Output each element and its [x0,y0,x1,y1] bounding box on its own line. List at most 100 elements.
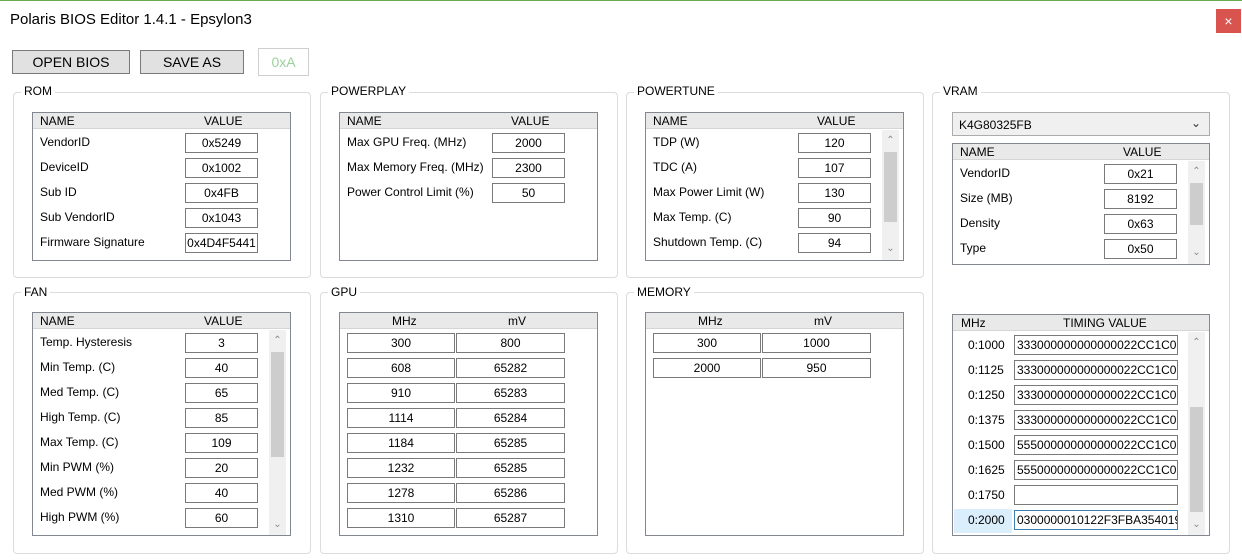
chevron-up-icon[interactable]: ⌃ [1188,334,1205,351]
fan-row-label: Temp. Hysteresis [40,335,133,349]
fan-value-field[interactable]: 60 [185,508,258,528]
timing-value-field-selected[interactable]: 0300000010122F3FBA354019 [1014,510,1178,530]
timing-scrollbar[interactable]: ⌃ ⌄ [1188,332,1205,535]
chevron-down-icon: ⌄ [1190,116,1201,130]
gpu-mv-field[interactable]: 800 [456,333,565,353]
chevron-down-icon[interactable]: ⌄ [1188,516,1205,533]
hex-toggle-button[interactable]: 0xA [258,48,309,76]
gpu-mv-field[interactable]: 65286 [456,483,565,503]
chevron-up-icon[interactable]: ⌃ [1188,163,1205,180]
rom-row-label: Sub VendorID [40,210,115,224]
rom-value-field[interactable]: 0x4FB [185,183,258,203]
powerplay-group-title: POWERPLAY [328,84,410,98]
fan-value-field[interactable]: 40 [185,483,258,503]
chevron-down-icon[interactable]: ⌄ [1188,244,1205,261]
gpu-mhz-field[interactable]: 910 [347,383,455,403]
timing-value-field[interactable]: 333000000000000022CC1C00 [1014,360,1178,380]
powertune-value-field[interactable]: 107 [798,158,871,178]
vram-model-dropdown[interactable]: K4G80325FB ⌄ [952,112,1210,136]
fan-value-field[interactable]: 3 [185,333,258,353]
memory-mhz-field[interactable]: 2000 [653,358,761,378]
fan-row-label: Med PWM (%) [40,485,118,499]
chevron-up-icon[interactable]: ⌃ [269,332,286,349]
gpu-mhz-field[interactable]: 1114 [347,408,455,428]
powertune-group-title: POWERTUNE [634,84,718,98]
vram-value-field[interactable]: 0x63 [1104,214,1177,234]
powerplay-value-field[interactable]: 50 [492,183,565,203]
powerplay-value-field[interactable]: 2000 [492,133,565,153]
powertune-header-value: VALUE [817,114,856,128]
gpu-mv-field[interactable]: 65287 [456,508,565,528]
gpu-mv-field[interactable]: 65282 [456,358,565,378]
powertune-header-name: NAME [653,114,688,128]
fan-header-value: VALUE [204,314,243,328]
gpu-mv-field[interactable]: 65285 [456,458,565,478]
timing-mhz-label: 0:1250 [968,388,1005,402]
powertune-row-label: Max Power Limit (W) [653,185,765,199]
scroll-thumb[interactable] [1190,183,1203,225]
powertune-row-label: TDC (A) [653,160,697,174]
chevron-up-icon[interactable]: ⌃ [882,132,899,149]
fan-value-field[interactable]: 85 [185,408,258,428]
powerplay-table: NAME VALUE Max GPU Freq. (MHz) 2000 Max … [339,112,598,261]
vram-value-field[interactable]: 8192 [1104,189,1177,209]
memory-header-mv: mV [814,314,832,328]
timing-mhz-label: 0:1375 [968,413,1005,427]
gpu-mv-field[interactable]: 65285 [456,433,565,453]
vram-value-field[interactable]: 0x50 [1104,239,1177,259]
powertune-table: NAME VALUE TDP (W) 120 TDC (A) 107 Max P… [645,112,904,261]
timing-value-field[interactable] [1014,485,1178,505]
powertune-value-field[interactable]: 94 [798,233,871,253]
timing-value-field[interactable]: 333000000000000022CC1C00 [1014,410,1178,430]
fan-group-title: FAN [21,285,51,299]
timing-value-field[interactable]: 555000000000000022CC1C00 [1014,460,1178,480]
fan-value-field[interactable]: 65 [185,383,258,403]
scroll-thumb[interactable] [1190,407,1203,512]
gpu-mv-field[interactable]: 65283 [456,383,565,403]
fan-scrollbar[interactable]: ⌃ ⌄ [269,330,286,535]
vram-row-label: Type [960,241,987,255]
fan-value-field[interactable]: 20 [185,458,258,478]
vram-value-field[interactable]: 0x21 [1104,164,1177,184]
scroll-thumb[interactable] [884,152,897,222]
timing-value-field[interactable]: 333000000000000022CC1C00 [1014,335,1178,355]
chevron-down-icon[interactable]: ⌄ [882,240,899,257]
rom-value-field[interactable]: 0x1002 [185,158,258,178]
gpu-mhz-field[interactable]: 1184 [347,433,455,453]
timing-value-field[interactable]: 333000000000000022CC1C00 [1014,385,1178,405]
gpu-mhz-field[interactable]: 1278 [347,483,455,503]
fan-table: NAME VALUE Temp. Hysteresis 3 Min Temp. … [32,312,291,536]
powerplay-table-header: NAME VALUE [340,113,597,129]
gpu-mhz-field[interactable]: 608 [347,358,455,378]
open-bios-button[interactable]: OPEN BIOS [12,50,130,74]
gpu-mhz-field[interactable]: 1310 [347,508,455,528]
powerplay-header-value: VALUE [511,114,550,128]
memory-mhz-field[interactable]: 300 [653,333,761,353]
rom-value-field[interactable]: 0x1043 [185,208,258,228]
gpu-mv-field[interactable]: 65284 [456,408,565,428]
powerplay-value-field[interactable]: 2300 [492,158,565,178]
scroll-thumb[interactable] [271,352,284,457]
vram-table: NAME VALUE VendorID 0x21 Size (MB) 8192 … [952,143,1210,265]
powertune-row-label: Max Temp. (C) [653,210,732,224]
vram-scrollbar[interactable]: ⌃ ⌄ [1188,161,1205,264]
fan-row-label: High PWM (%) [40,510,120,524]
chevron-down-icon[interactable]: ⌄ [269,516,286,533]
save-as-button[interactable]: SAVE AS [140,50,244,74]
rom-value-field[interactable]: 0x4D4F5441 [185,233,258,253]
timing-mhz-label: 0:1500 [968,438,1005,452]
powertune-value-field[interactable]: 120 [798,133,871,153]
gpu-mhz-field[interactable]: 300 [347,333,455,353]
timing-value-field[interactable]: 555000000000000022CC1C00 [1014,435,1178,455]
fan-value-field[interactable]: 109 [185,433,258,453]
memory-mv-field[interactable]: 1000 [762,333,871,353]
fan-value-field[interactable]: 40 [185,358,258,378]
gpu-mhz-field[interactable]: 1232 [347,458,455,478]
memory-mv-field[interactable]: 950 [762,358,871,378]
powertune-scrollbar[interactable]: ⌃ ⌄ [882,130,899,260]
vram-row-label: Size (MB) [960,191,1013,205]
rom-value-field[interactable]: 0x5249 [185,133,258,153]
powertune-value-field[interactable]: 130 [798,183,871,203]
close-button[interactable]: × [1216,9,1241,33]
powertune-value-field[interactable]: 90 [798,208,871,228]
